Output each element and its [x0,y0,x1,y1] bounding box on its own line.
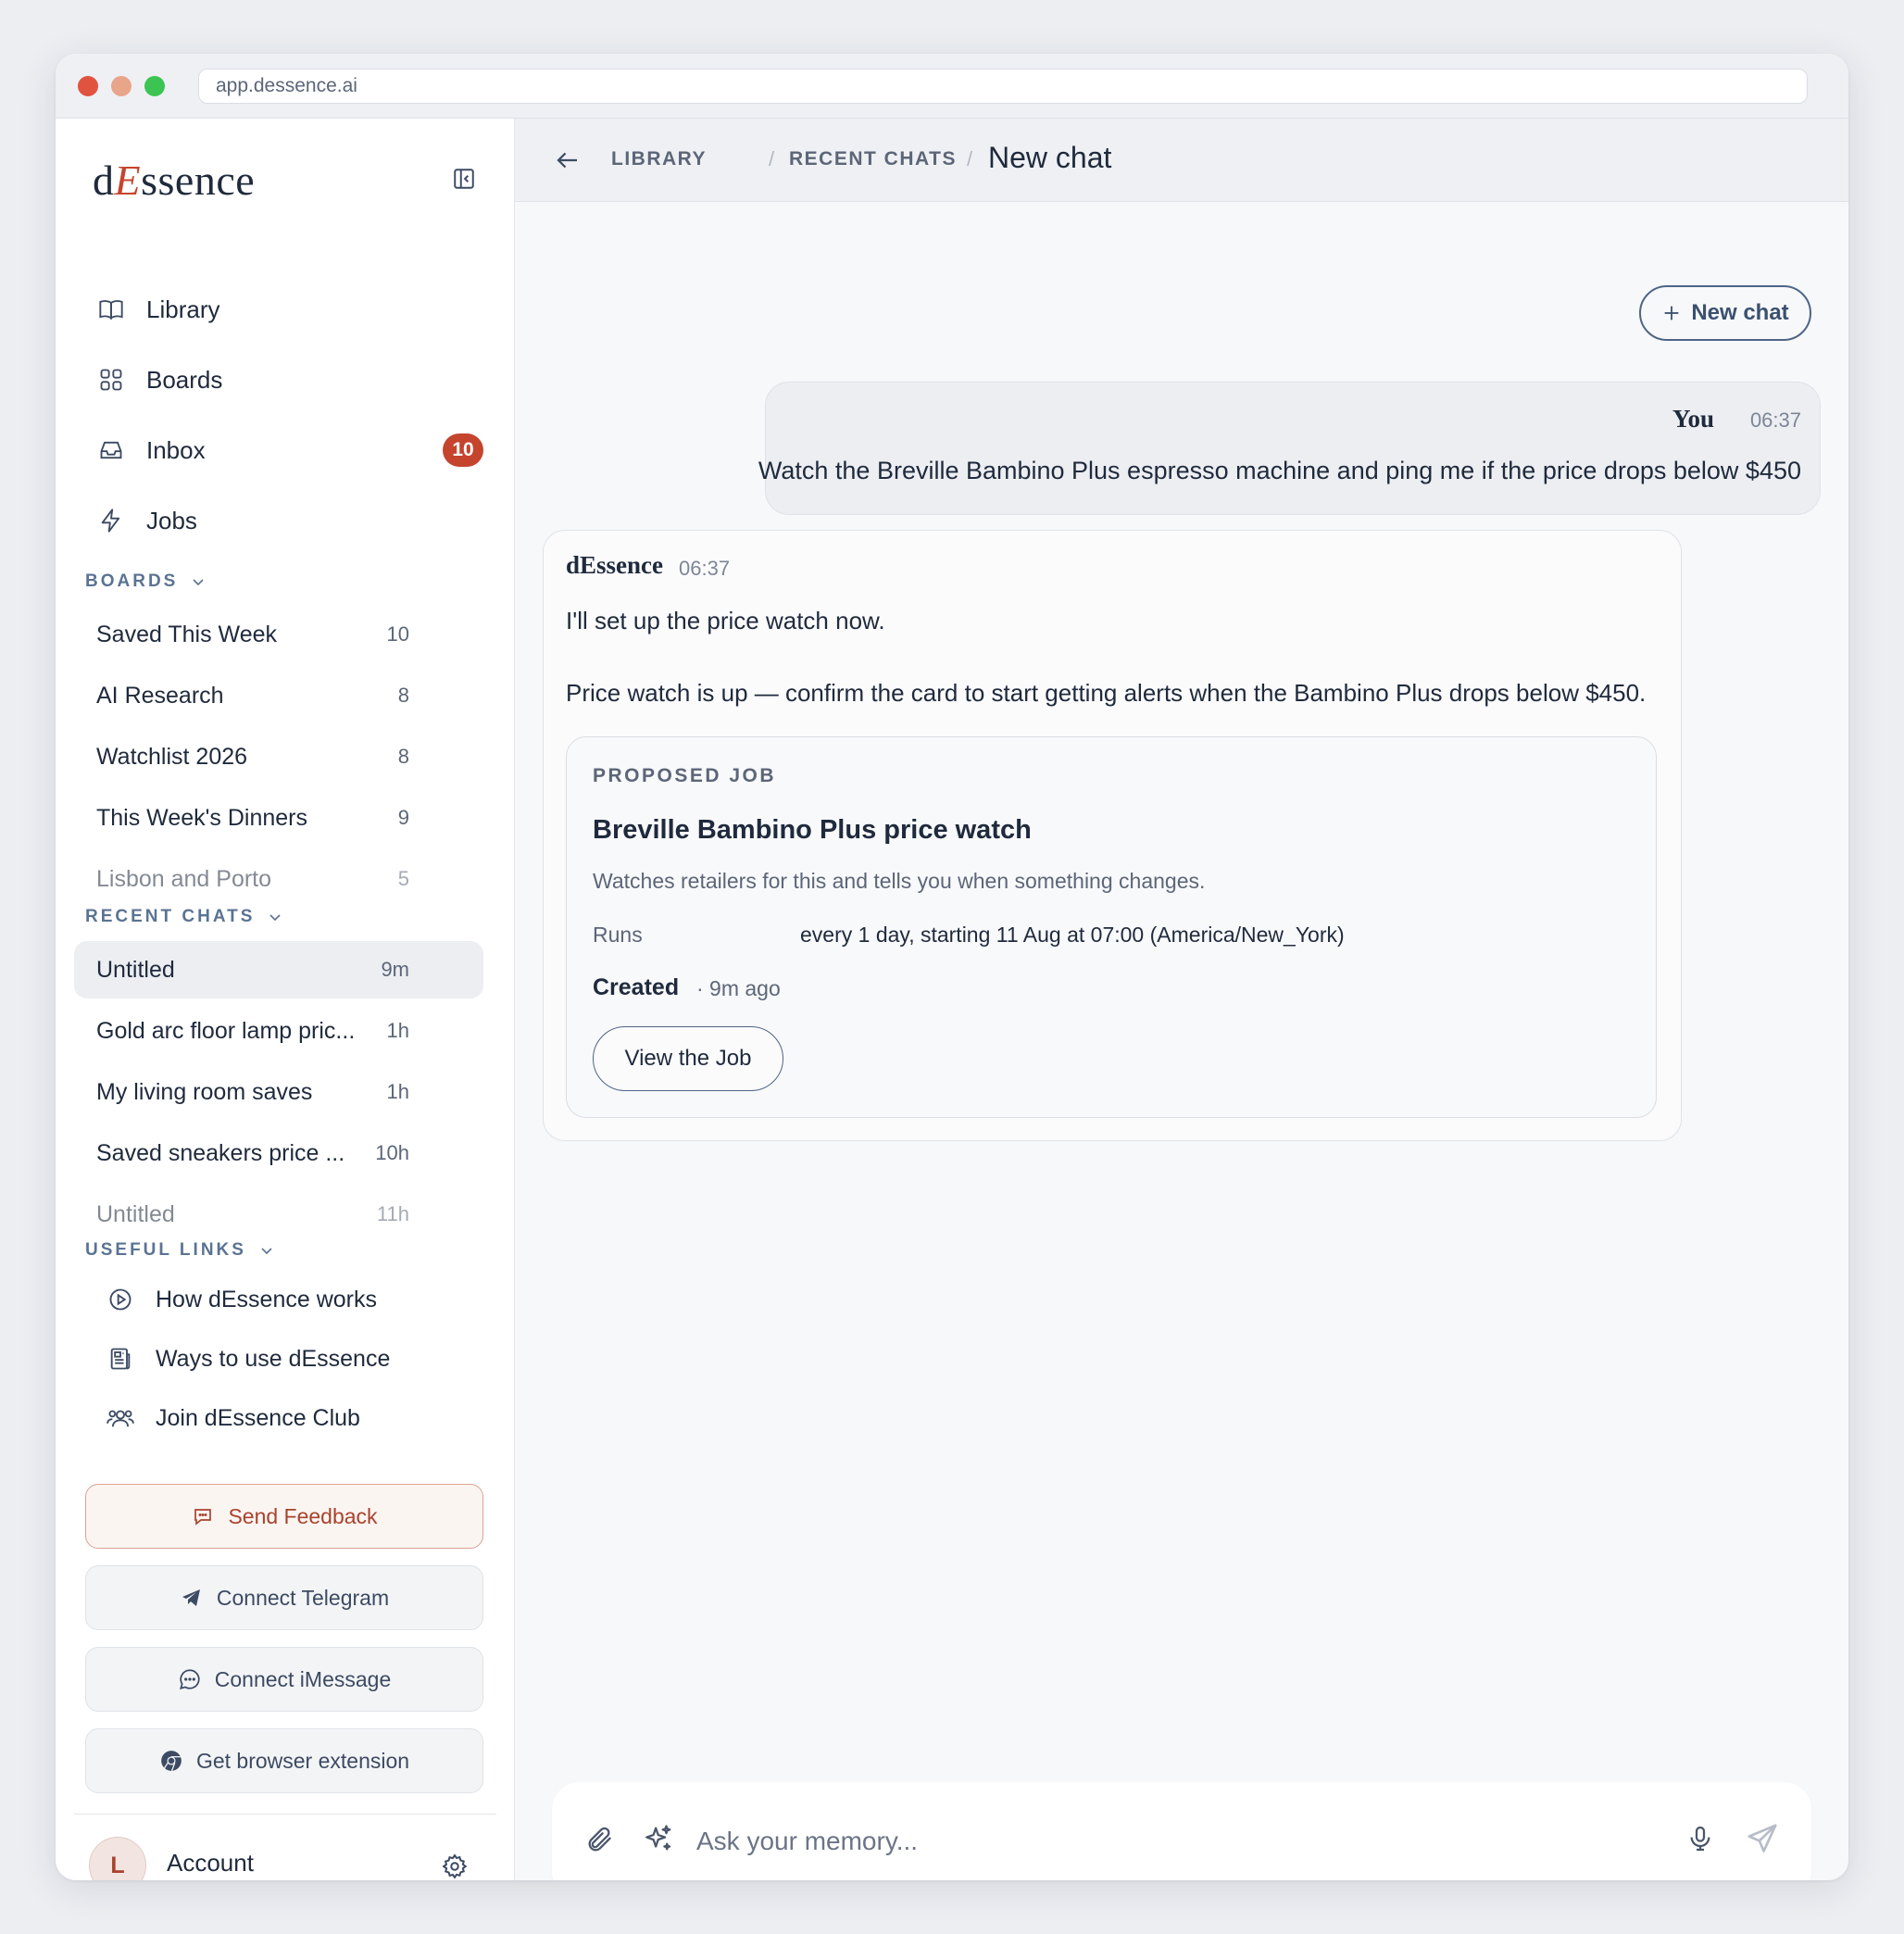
recent-chat-item[interactable]: Untitled 11h [74,1186,483,1243]
maximize-window-button[interactable] [144,76,165,96]
boards-section-toggle[interactable]: BOARDS [85,571,206,592]
job-card-title: Breville Bambino Plus price watch [593,815,1032,845]
recent-chat-item[interactable]: Gold arc floor lamp pric... 1h [74,1002,483,1060]
page-title: New chat [988,141,1112,174]
job-runs-label: Runs [593,923,643,947]
connect-imessage-button[interactable]: Connect iMessage [85,1647,483,1712]
sparkles-icon[interactable] [643,1823,674,1854]
recent-chat-item[interactable]: Untitled 9m [74,941,483,998]
view-job-button[interactable]: View the Job [593,1026,783,1091]
header-bar: LIBRARY / RECENT CHATS / New chat [515,119,1848,202]
newspaper-icon [106,1344,135,1374]
message-text: Price watch is up — confirm the card to … [566,679,1647,707]
job-runs-value: every 1 day, starting 11 Aug at 07:00 (A… [800,923,1345,947]
minimize-window-button[interactable] [111,76,132,96]
inbox-icon [96,435,126,465]
breadcrumb-library[interactable]: LIBRARY [611,148,707,170]
job-created-label: Created [593,974,680,1000]
chevron-down-icon [193,579,204,586]
new-chat-button[interactable]: New chat [1639,285,1811,341]
useful-links-section-toggle[interactable]: USEFUL LINKS [85,1240,274,1261]
board-item[interactable]: AI Research 8 [74,667,483,724]
browser-window: app.dessence.ai dEssence Library Boards … [56,54,1848,1880]
breadcrumb-separator: / [967,147,973,170]
inbox-unread-badge: 10 [443,433,483,467]
message-input[interactable] [696,1815,1622,1867]
close-window-button[interactable] [78,76,98,96]
chevron-down-icon [261,1248,272,1255]
sidebar: dEssence Library Boards Inbox 10 Jobs BO… [56,119,515,1880]
board-item[interactable]: Saved This Week 10 [74,606,483,663]
paperclip-icon[interactable] [585,1825,615,1854]
message-text: Watch the Breville Bambino Plus espresso… [758,457,1801,484]
board-item[interactable]: Lisbon and Porto 5 [74,850,483,908]
users-icon [106,1403,135,1433]
send-icon[interactable] [1745,1821,1780,1856]
main-panel: LIBRARY / RECENT CHATS / New chat New ch… [515,119,1848,1880]
back-arrow-icon[interactable] [554,146,582,174]
composer [552,1782,1811,1880]
book-icon [96,295,126,324]
message-author: dEssence [566,551,664,579]
send-feedback-button[interactable]: Send Feedback [85,1484,483,1549]
user-message: You 06:37 Watch the Breville Bambino Plu… [758,382,1821,515]
board-item[interactable]: This Week's Dinners 9 [74,789,483,847]
play-circle-icon [106,1285,135,1314]
nav-library[interactable]: Library [93,283,500,335]
microphone-icon[interactable] [1685,1823,1715,1854]
chrome-icon [159,1749,183,1773]
nav-inbox[interactable]: Inbox 10 [93,424,500,476]
job-card-kicker: PROPOSED JOB [593,765,777,786]
message-time: 06:37 [679,557,731,580]
board-item[interactable]: Watchlist 2026 8 [74,728,483,785]
sidebar-collapse-icon[interactable] [452,167,476,191]
logo[interactable]: dEssence [93,156,255,205]
job-card-description: Watches retailers for this and tells you… [593,869,1206,893]
get-browser-extension-button[interactable]: Get browser extension [85,1728,483,1793]
nav-jobs[interactable]: Jobs [93,495,500,546]
message-time: 06:37 [1749,408,1801,432]
browser-titlebar: app.dessence.ai [56,54,1848,119]
message-author: You [1672,405,1714,433]
assistant-message: dEssence 06:37 I'll set up the price wat… [543,530,1682,1141]
chat-bubble-icon [191,1504,215,1528]
gear-icon[interactable] [441,1852,469,1880]
recent-chat-item[interactable]: My living room saves 1h [74,1063,483,1121]
link-how-dessence-works[interactable]: How dEssence works [106,1276,377,1323]
connect-telegram-button[interactable]: Connect Telegram [85,1565,483,1630]
account-label[interactable]: Account [167,1849,254,1877]
recent-chat-item[interactable]: Saved sneakers price ... 10h [74,1124,483,1182]
breadcrumb-separator: / [769,147,775,170]
telegram-icon [180,1586,204,1610]
address-bar[interactable]: app.dessence.ai [198,69,1808,104]
avatar[interactable]: L [89,1837,146,1880]
plus-icon [1664,306,1679,320]
account-divider [74,1814,496,1815]
recent-chats-section-toggle[interactable]: RECENT CHATS [85,907,282,927]
chevron-down-icon [269,914,282,922]
bolt-icon [96,506,126,535]
message-text: I'll set up the price watch now. [566,607,885,634]
breadcrumb-recent-chats[interactable]: RECENT CHATS [789,148,957,170]
job-created-value: · 9m ago [696,976,781,1000]
nav-boards[interactable]: Boards [93,354,500,406]
grid-icon [96,365,126,395]
message-circle-icon [178,1667,202,1691]
link-join-club[interactable]: Join dEssence Club [106,1395,360,1441]
proposed-job-card: PROPOSED JOB Breville Bambino Plus price… [566,736,1657,1118]
link-ways-to-use[interactable]: Ways to use dEssence [106,1336,390,1382]
